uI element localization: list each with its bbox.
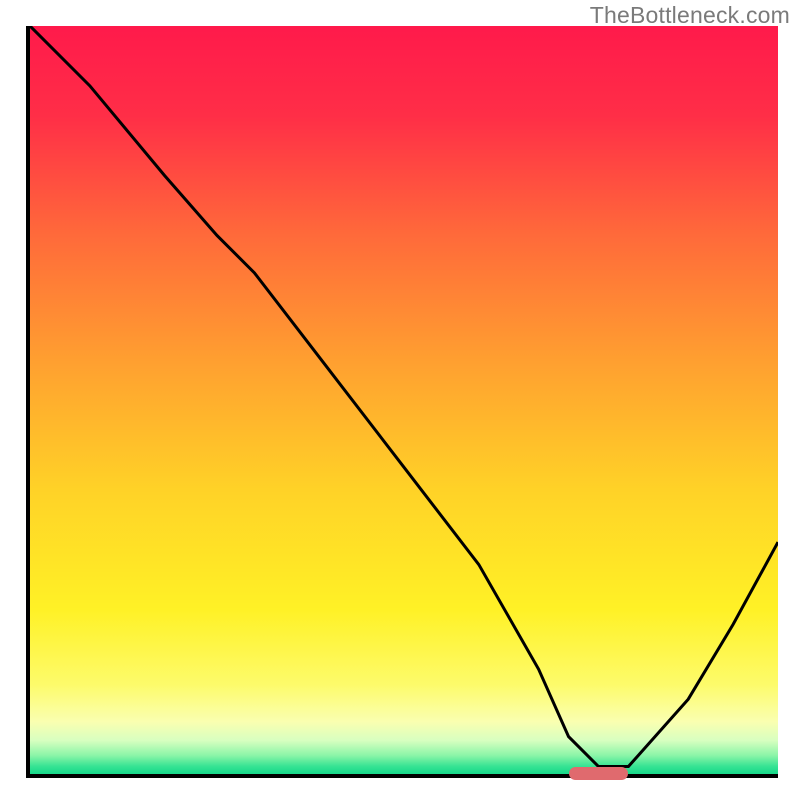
watermark-text: TheBottleneck.com [590,2,790,29]
chart-container: TheBottleneck.com [0,0,800,800]
optimal-marker [569,767,629,780]
background-gradient [30,26,778,774]
plot-area [26,26,778,778]
